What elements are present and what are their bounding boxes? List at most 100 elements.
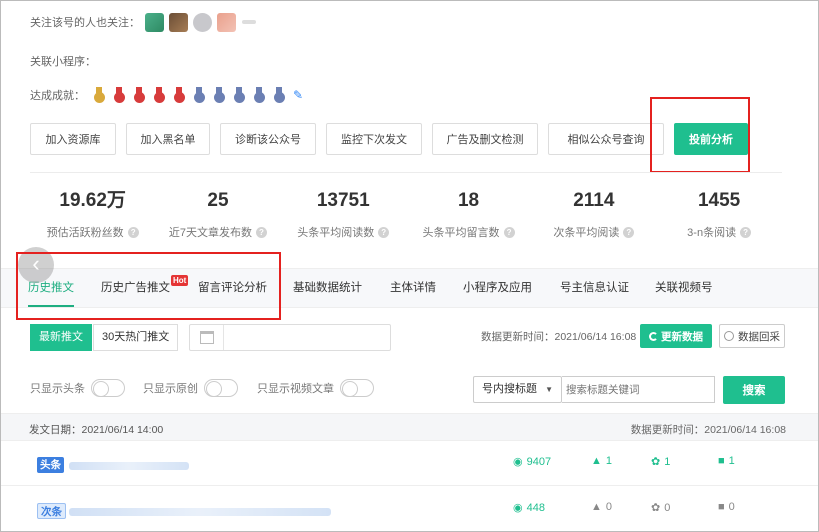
date-range-picker[interactable] [189, 324, 391, 351]
medal-disc [234, 91, 245, 103]
help-icon[interactable]: ? [740, 226, 752, 238]
stat-value: 2114 [573, 190, 615, 211]
eye-icon: ◉ [513, 456, 523, 468]
medal-disc [174, 91, 185, 103]
refresh-data-button[interactable]: 更新数据 [640, 324, 712, 348]
add-to-library-button[interactable]: 加入资源库 [30, 123, 116, 155]
filter-label: 只显示原创 [143, 383, 198, 395]
flower-icon: ✿ [651, 456, 661, 468]
post-date: 发文日期：2021/06/14 14:00 [29, 424, 164, 436]
tab-mini-programs[interactable]: 小程序及应用 [463, 269, 532, 307]
article-title-redacted[interactable] [69, 508, 331, 516]
looking-value: 0 [664, 501, 671, 514]
data-backtrack-button[interactable]: 数据回采 [719, 324, 785, 348]
stat-weekly-posts: 25 近7天文章发布数? [155, 187, 280, 240]
stat-active-fans: 19.62万 预估活跃粉丝数? [30, 187, 155, 240]
help-icon[interactable]: ? [503, 226, 515, 238]
stat-second-avg-reads: 2114 次条平均阅读? [531, 187, 656, 240]
avatar[interactable] [193, 12, 212, 32]
stat-value: 18 [457, 190, 480, 211]
medal-icon[interactable] [93, 86, 105, 104]
medal-icon[interactable] [233, 86, 245, 104]
help-icon[interactable]: ? [623, 226, 635, 238]
stat-value: 1455 [697, 190, 741, 211]
more-avatars-indicator [242, 20, 256, 24]
medal-icon[interactable] [193, 86, 205, 104]
original-only-toggle[interactable] [204, 379, 238, 397]
pencil-icon[interactable]: ✎ [293, 88, 303, 102]
help-icon[interactable]: ? [127, 226, 139, 238]
comment-count: ■ 0 [718, 501, 735, 513]
video-only-toggle[interactable] [340, 379, 374, 397]
diagnose-account-button[interactable]: 诊断该公众号 [220, 123, 316, 155]
medal-disc [134, 91, 145, 103]
avatar[interactable] [145, 12, 164, 32]
medal-disc [154, 91, 165, 103]
highlight-box [650, 97, 750, 173]
filter-label: 只显示视频文章 [257, 383, 334, 395]
avatar[interactable] [217, 12, 236, 32]
filter-head-only: 只显示头条 [30, 379, 125, 397]
read-value: 9407 [526, 455, 552, 468]
like-count: ▲ 1 [591, 455, 612, 467]
medal-icon[interactable] [133, 86, 145, 104]
post-data-update-time: 数据更新时间：2021/06/14 16:08 [630, 424, 786, 436]
history-icon [724, 331, 734, 341]
flower-icon: ✿ [651, 502, 661, 514]
add-to-blacklist-button[interactable]: 加入黑名单 [126, 123, 210, 155]
looking-count: ✿ 1 [651, 455, 670, 469]
tab-video-accounts[interactable]: 关联视频号 [655, 269, 713, 307]
medal-icon[interactable] [253, 86, 265, 104]
comment-icon: ■ [718, 455, 725, 467]
subtab-latest-posts[interactable]: 最新推文 [30, 324, 92, 351]
stat-label: 次条平均阅读 [553, 227, 620, 239]
table-row[interactable]: 头条 ◉ 9407 ▲ 1 ✿ 1 ■ 1 [1, 442, 818, 486]
stat-label: 近7天文章发布数 [168, 227, 252, 239]
stats-row: 19.62万 预估活跃粉丝数? 25 近7天文章发布数? 13751 头条平均阅… [30, 187, 782, 240]
monitor-next-post-button[interactable]: 监控下次发文 [326, 123, 422, 155]
medal-icon[interactable] [153, 86, 165, 104]
medal-icon[interactable] [273, 86, 285, 104]
thumbs-up-icon: ▲ [591, 501, 602, 513]
tab-basic-stats[interactable]: 基础数据统计 [293, 269, 362, 307]
search-input[interactable] [562, 376, 715, 403]
app-frame: 关注该号的人也关注： 关联小程序： 达成成就： ✎ 加入资源库 加入黑名单 诊断… [0, 0, 819, 532]
action-button-row: 加入资源库 加入黑名单 诊断该公众号 监控下次发文 广告及删文检测 相似公众号查… [30, 123, 758, 155]
table-row[interactable]: 次条 ◉ 448 ▲ 0 ✿ 0 ■ 0 [1, 488, 818, 531]
medal-icon[interactable] [173, 86, 185, 104]
looking-count: ✿ 0 [651, 501, 671, 515]
help-icon[interactable]: ? [256, 226, 267, 238]
tab-owner-verification[interactable]: 号主信息认证 [560, 269, 629, 307]
stat-label-wrap: 3-n条阅读? [656, 224, 781, 240]
filter-video-only: 只显示视频文章 [257, 379, 374, 397]
medal-icon[interactable] [113, 86, 125, 104]
search-button[interactable]: 搜索 [723, 376, 785, 404]
similar-accounts-button[interactable]: 相似公众号查询 [548, 123, 664, 155]
divider [30, 172, 782, 173]
head-only-toggle[interactable] [91, 379, 125, 397]
medal-icon[interactable] [213, 86, 225, 104]
search-scope-select[interactable]: 号内搜标题 ▼ [473, 376, 562, 403]
position-badge: 次条 [37, 503, 66, 519]
avatar[interactable] [169, 12, 188, 32]
tab-entity-details[interactable]: 主体详情 [390, 269, 436, 307]
article-title-redacted[interactable] [69, 462, 189, 470]
filter-original-only: 只显示原创 [143, 379, 238, 397]
read-count: ◉ 9407 [513, 455, 552, 469]
followers-label: 关注该号的人也关注： [30, 17, 140, 29]
stat-head-avg-comments: 18 头条平均留言数? [406, 187, 531, 240]
comment-icon: ■ [718, 501, 725, 513]
search-scope-value: 号内搜标题 [482, 383, 537, 395]
stat-label: 头条平均阅读数 [297, 227, 375, 239]
eye-icon: ◉ [513, 502, 523, 514]
refresh-icon [649, 331, 658, 341]
help-icon[interactable]: ? [378, 226, 390, 238]
stat-label-wrap: 头条平均留言数? [406, 224, 531, 240]
mini-program-row: 关联小程序： [30, 53, 96, 69]
calendar-icon [200, 331, 214, 344]
achievements-label: 达成成就： [30, 90, 85, 102]
stat-label-wrap: 次条平均阅读? [531, 224, 656, 240]
followers-row: 关注该号的人也关注： [30, 10, 256, 34]
subtab-hot-30-days[interactable]: 30天热门推文 [93, 324, 179, 351]
ad-deletion-check-button[interactable]: 广告及删文检测 [432, 123, 538, 155]
